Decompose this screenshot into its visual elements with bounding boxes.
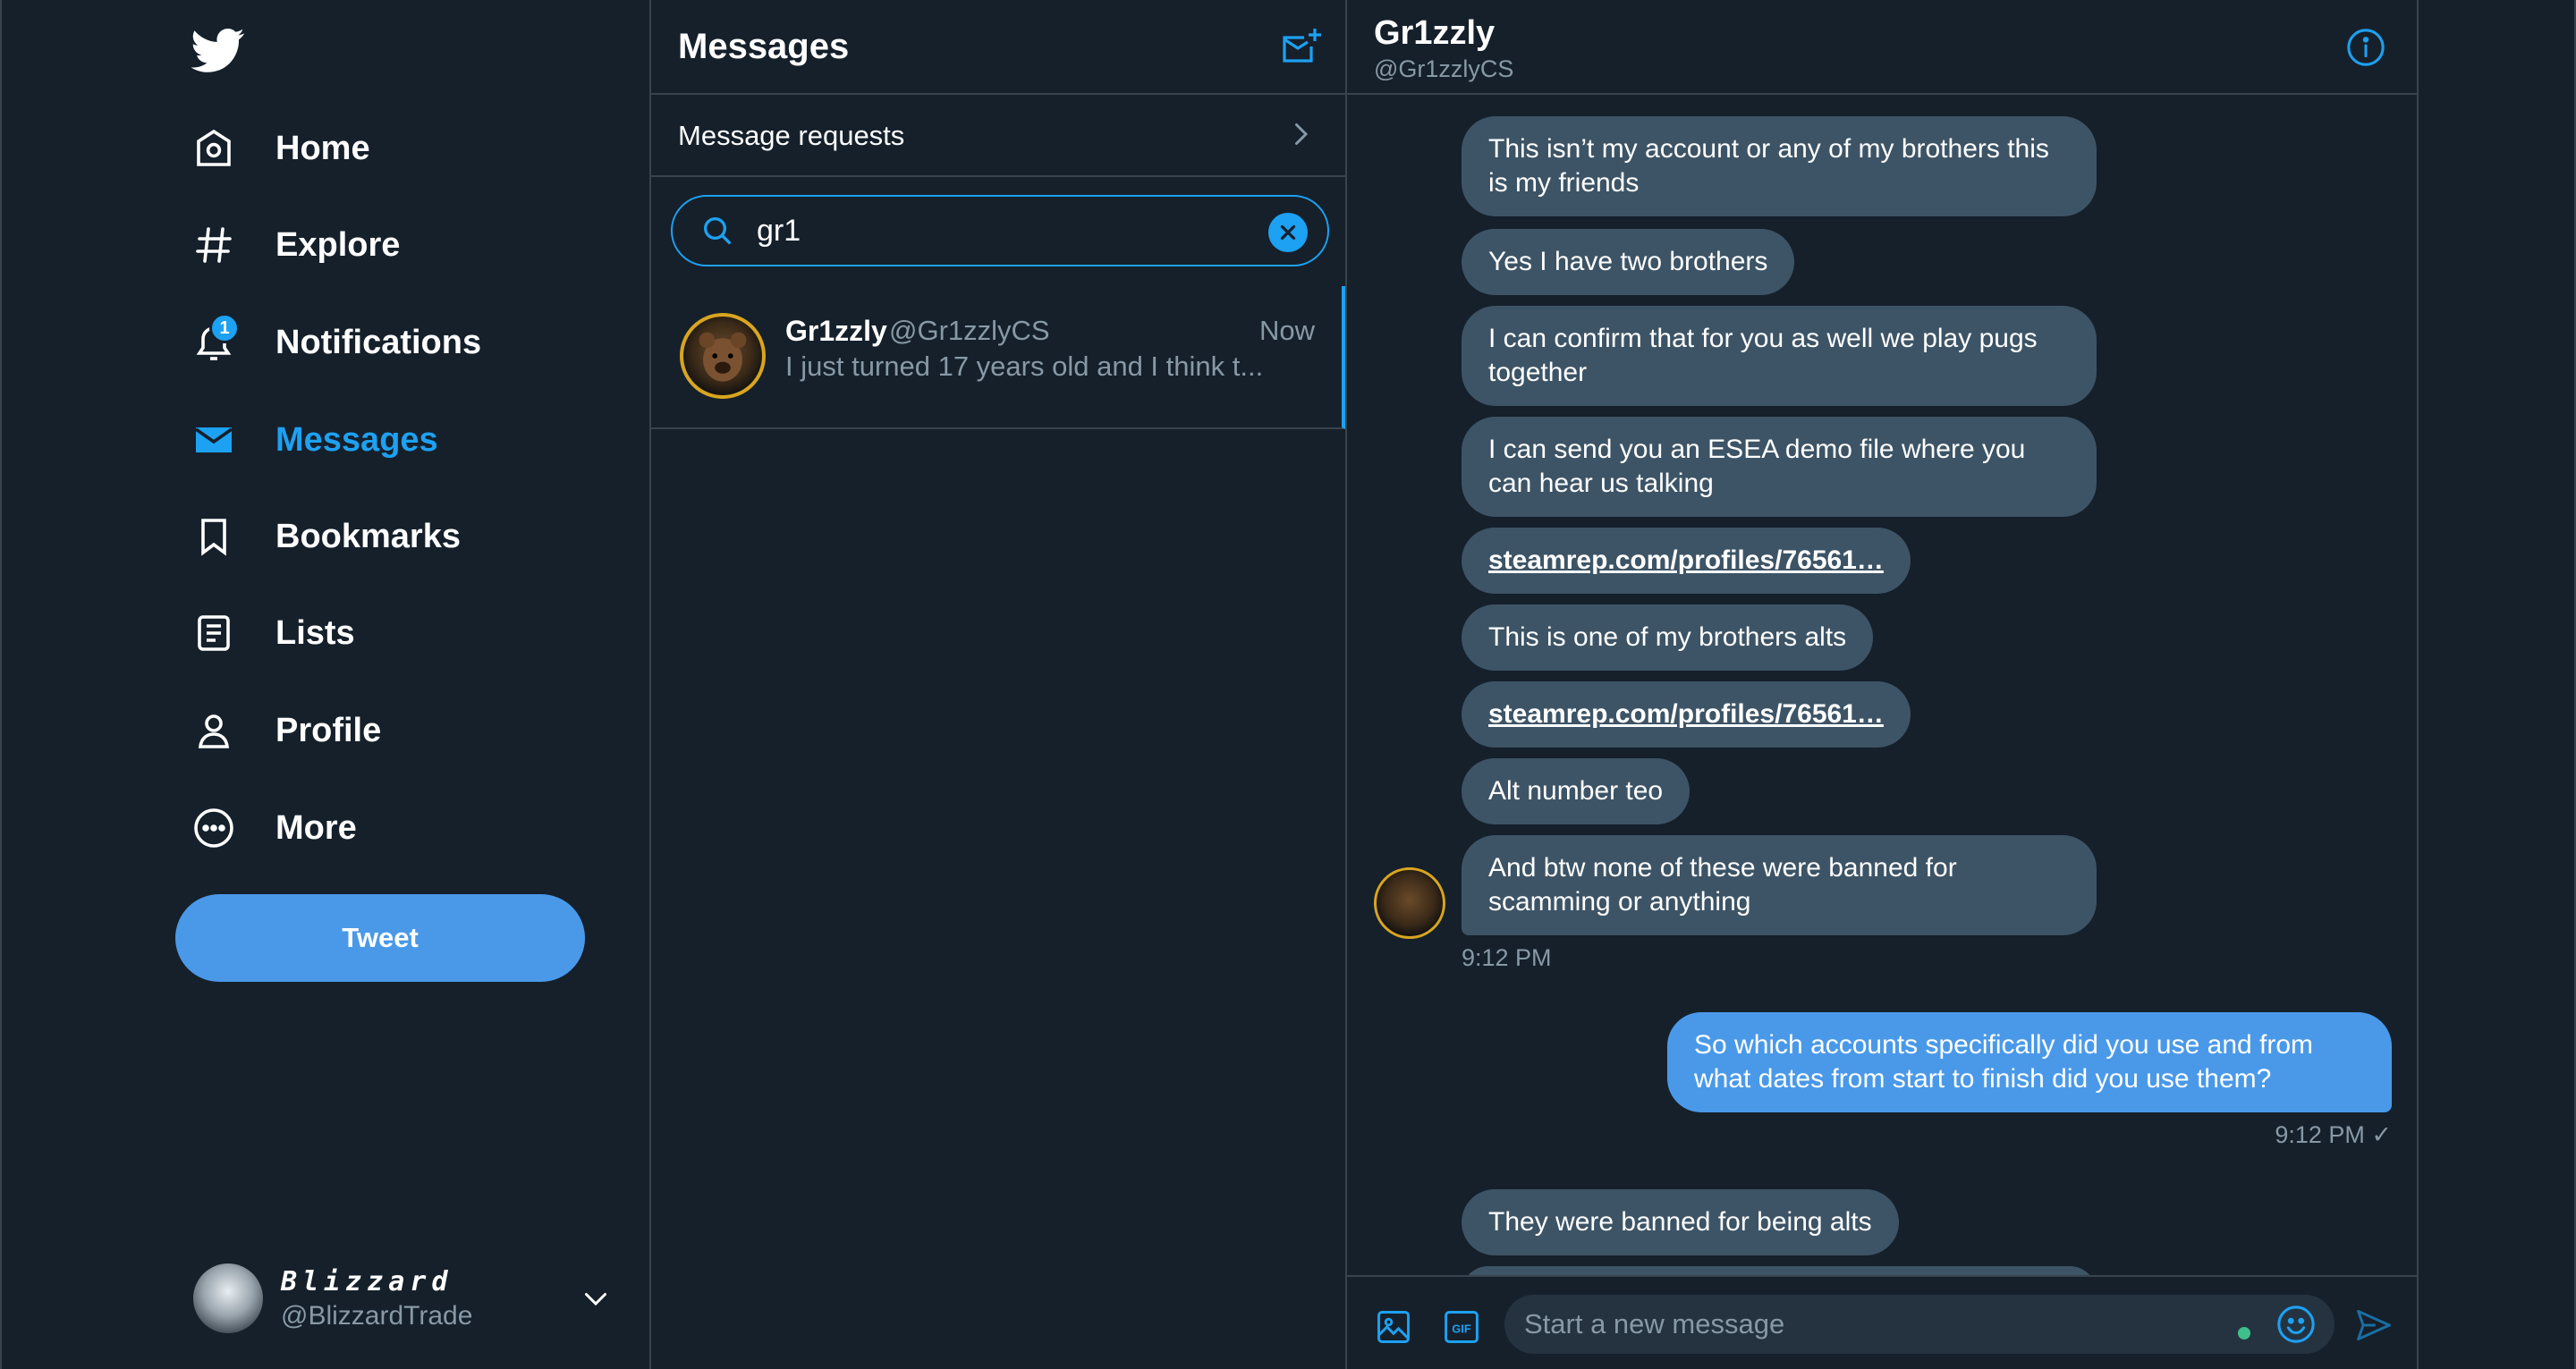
gif-icon[interactable]: GIF	[1442, 1307, 1481, 1347]
conversation-subtitle-handle: @Gr1zzlyCS	[1374, 55, 1514, 82]
tweet-button[interactable]: Tweet	[175, 894, 585, 982]
bookmark-icon	[191, 514, 236, 559]
message-composer: GIF	[1347, 1275, 2417, 1369]
search-box	[671, 195, 1329, 266]
message-bubble-sent: So which accounts specifically did you u…	[1667, 1012, 2392, 1112]
account-text: Blizzard @BlizzardTrade	[281, 1266, 472, 1331]
page-title: Messages	[678, 27, 850, 66]
nav-lists-label: Lists	[275, 613, 355, 652]
hashtag-icon	[191, 223, 236, 267]
conversation-list-item[interactable]: Gr1zzly @Gr1zzlyCS Now I just turned 17 …	[651, 286, 1345, 429]
nav-home-label: Home	[275, 129, 370, 167]
nav-messages-label: Messages	[275, 420, 438, 459]
message-bubble-received: Alt number teo	[1462, 758, 1690, 824]
new-message-icon[interactable]	[1281, 25, 1324, 68]
account-handle: @BlizzardTrade	[281, 1300, 473, 1331]
conversation-name: Gr1zzly	[785, 315, 887, 347]
chevron-down-icon[interactable]	[580, 1282, 612, 1314]
home-icon	[191, 126, 236, 171]
bell-icon: 1	[191, 313, 240, 365]
conversation-handle: @Gr1zzlyCS	[889, 315, 1050, 346]
message-bubble-received: I can confirm that for you as well we pl…	[1462, 306, 2097, 406]
svg-text:GIF: GIF	[1452, 1322, 1471, 1335]
nav-lists[interactable]: Lists	[191, 597, 355, 669]
avatar	[680, 313, 766, 399]
search-icon	[699, 213, 735, 249]
person-icon	[191, 708, 236, 753]
avatar	[193, 1263, 263, 1333]
message-bubble-received: This is one of my brothers alts	[1462, 604, 1874, 671]
nav-notifications-label: Notifications	[275, 323, 482, 361]
send-icon[interactable]	[2354, 1306, 2394, 1345]
twitter-bird-icon[interactable]	[191, 23, 245, 77]
message-requests-row[interactable]: Message requests	[651, 95, 1345, 177]
message-bubble-received-link: steamrep.com/profiles/76561…	[1462, 528, 1911, 594]
nav-notifications[interactable]: 1 Notifications	[191, 307, 481, 378]
message-timestamp: 9:12 PM ✓	[2275, 1121, 2392, 1148]
chevron-right-icon	[1284, 118, 1317, 150]
nav-bookmarks[interactable]: Bookmarks	[191, 501, 461, 572]
nav-home[interactable]: Home	[191, 113, 370, 184]
list-icon	[191, 611, 236, 655]
steamrep-link[interactable]: steamrep.com/profiles/76561…	[1488, 545, 1884, 575]
conversation-panel: Gr1zzly @Gr1zzlyCS This isn’t my account…	[1347, 0, 2419, 1369]
conversation-preview: I just turned 17 years old and I think t…	[785, 351, 1264, 382]
nav-more[interactable]: More	[191, 792, 357, 864]
nav-explore-label: Explore	[275, 225, 401, 264]
message-bubble-received: I can send you an ESEA demo file where y…	[1462, 417, 2097, 517]
avatar	[1374, 867, 1445, 939]
messages-panel: Messages Message requests Gr1zzly @Gr1zz…	[649, 0, 1347, 1369]
nav-more-label: More	[275, 808, 357, 847]
nav-explore[interactable]: Explore	[191, 209, 400, 281]
emoji-icon[interactable]	[2275, 1304, 2317, 1345]
message-requests-label: Message requests	[678, 120, 905, 151]
message-bubble-received-link: steamrep.com/profiles/76561…	[1462, 681, 1911, 748]
status-dot-icon	[2238, 1327, 2250, 1339]
primary-nav: Home Explore 1 Notifications Messages Bo…	[0, 0, 649, 1369]
search-input[interactable]	[757, 213, 1240, 249]
account-name: Blizzard	[281, 1265, 453, 1297]
message-bubble-received: They were banned for being alts	[1462, 1189, 1899, 1255]
nav-bookmarks-label: Bookmarks	[275, 517, 461, 555]
account-switcher[interactable]: Blizzard @BlizzardTrade	[193, 1261, 623, 1336]
messages-header: Messages	[651, 0, 1345, 95]
envelope-icon	[191, 418, 236, 462]
nav-messages[interactable]: Messages	[191, 404, 438, 476]
notification-count-badge: 1	[209, 313, 240, 343]
conversation-time: Now	[1258, 315, 1315, 346]
clear-search-icon[interactable]	[1268, 213, 1308, 252]
nav-profile[interactable]: Profile	[191, 695, 381, 766]
message-thread[interactable]: This isn’t my account or any of my broth…	[1347, 97, 2417, 1275]
message-bubble-received: This isn’t my account or any of my broth…	[1462, 116, 2097, 216]
message-input-box	[1504, 1295, 2334, 1354]
message-bubble-received: And btw none of these were banned for sc…	[1462, 835, 2097, 935]
message-bubble-received-partial	[1462, 1266, 2097, 1275]
message-timestamp: 9:12 PM	[1462, 944, 1552, 971]
steamrep-link[interactable]: steamrep.com/profiles/76561…	[1488, 699, 1884, 729]
message-bubble-received: Yes I have two brothers	[1462, 229, 1795, 295]
message-input[interactable]	[1524, 1304, 2150, 1345]
info-icon[interactable]	[2345, 27, 2386, 68]
nav-profile-label: Profile	[275, 711, 382, 749]
image-icon[interactable]	[1374, 1307, 1413, 1347]
more-circle-icon	[191, 806, 236, 850]
conversation-header: Gr1zzly @Gr1zzlyCS	[1347, 0, 2417, 95]
conversation-title[interactable]: Gr1zzly	[1374, 14, 1495, 53]
